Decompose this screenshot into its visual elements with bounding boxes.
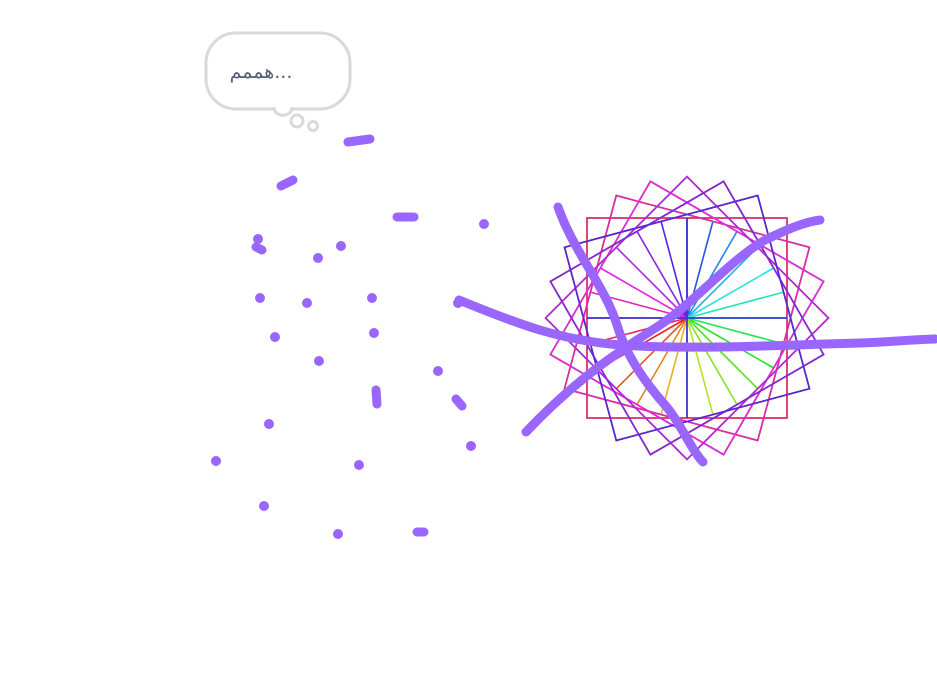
pen-dash (451, 394, 467, 411)
think-bubble-tail (272, 106, 294, 117)
pen-dot (314, 356, 324, 366)
rainbow-spoke (686, 317, 714, 415)
pen-dot (354, 460, 364, 470)
pen-dot (433, 366, 443, 376)
think-bubble-text: هممم... (230, 61, 293, 83)
pen-dot (367, 293, 377, 303)
pen-canvas: هممم... (204, 31, 937, 539)
pen-dot (253, 234, 263, 244)
pen-dash (251, 242, 267, 255)
pen-dot (453, 298, 463, 308)
rainbow-spoke (686, 317, 784, 345)
pen-dots (211, 134, 489, 539)
rainbow-squares-pattern (544, 175, 830, 461)
pen-dot (264, 419, 274, 429)
think-bubble: هممم... (204, 31, 352, 132)
pen-dot (479, 219, 489, 229)
pen-dot (333, 529, 343, 539)
pen-dot (466, 441, 476, 451)
think-bubble-dot-large (289, 113, 305, 129)
pen-dot (270, 332, 280, 342)
pen-dot (336, 241, 346, 251)
pen-dot (259, 501, 269, 511)
project-stage[interactable]: هممم... (0, 0, 937, 697)
pen-dot (369, 328, 379, 338)
pen-dot (302, 298, 312, 308)
think-bubble-dot-small (307, 120, 319, 132)
pen-dot (255, 293, 265, 303)
pen-dot (313, 253, 323, 263)
pen-dash (276, 175, 298, 191)
pen-dash (371, 385, 382, 409)
pen-dot (211, 456, 221, 466)
pen-dash (343, 134, 375, 147)
